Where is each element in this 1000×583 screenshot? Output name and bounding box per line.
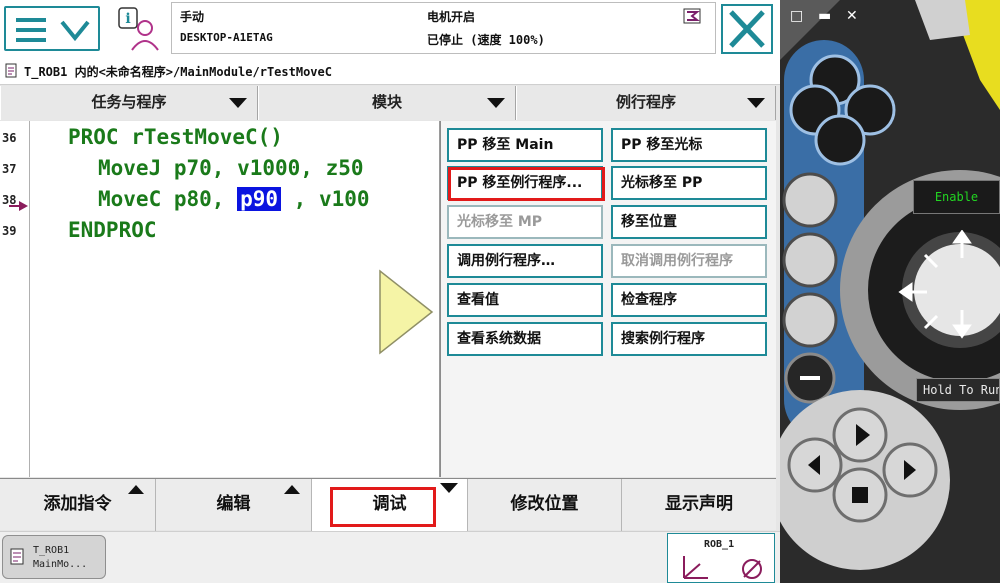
play-arrow-icon xyxy=(378,269,434,355)
restore-icon[interactable]: □ xyxy=(790,8,803,24)
tab-tasks-and-programs[interactable]: 任务与程序 xyxy=(0,86,258,120)
close-icon xyxy=(729,10,765,48)
bottom-command-bar: 添加指令 编辑 调试 修改位置 显示声明 xyxy=(0,478,776,531)
chevron-up-icon xyxy=(128,485,144,494)
taskbar xyxy=(0,531,780,583)
robot-name: ROB_1 xyxy=(704,539,735,550)
debug-menu-panel: PP 移至 Main PP 移至光标 PP 移至例行程序... 光标移至 PP … xyxy=(440,121,776,477)
program-editor-icon xyxy=(4,63,20,79)
search-routine-button[interactable]: 搜索例行程序 xyxy=(611,322,767,356)
code-text: MoveC p80, xyxy=(98,187,238,211)
joystick-direction-arrows-icon xyxy=(898,230,972,339)
close-icon[interactable]: ✕ xyxy=(846,8,858,24)
main-menu-button[interactable] xyxy=(4,6,100,51)
check-program-button[interactable]: 检查程序 xyxy=(611,283,767,317)
view-value-button[interactable]: 查看值 xyxy=(447,283,603,317)
selected-argument[interactable]: p90 xyxy=(237,187,282,211)
call-routine-button[interactable]: 调用例行程序… xyxy=(447,244,603,278)
motor-state: 电机开启 xyxy=(427,10,476,24)
program-pointer-arrow-icon xyxy=(9,197,29,211)
code-editor[interactable]: 36 37 38 39 PROC rTestMoveC() MoveJ p70,… xyxy=(0,121,440,477)
tab-label: 模块 xyxy=(371,93,402,111)
program-path: T_ROB1 内的<未命名程序>/MainModule/rTestMoveC xyxy=(24,65,332,79)
svg-text:i: i xyxy=(125,11,130,27)
program-state: 已停止 (速度 100%) xyxy=(427,33,545,47)
program-editor-icon xyxy=(10,548,24,565)
line-number-gutter: 36 37 38 39 xyxy=(0,121,30,477)
flexpendant-screen: i 手动 DESKTOP-A1ETAG 电机开启 已停止 (速度 100%) T… xyxy=(0,0,780,583)
button-label: 显示声明 xyxy=(665,494,733,514)
code-text: , v100 xyxy=(281,187,370,211)
cursor-to-mp-button[interactable]: 光标移至 MP xyxy=(447,205,603,239)
enable-indicator[interactable]: Enable xyxy=(913,180,1000,214)
chevron-down-icon xyxy=(747,98,765,108)
quickset-icon[interactable] xyxy=(683,8,701,24)
hold-to-run-button[interactable]: Hold To Run xyxy=(916,378,1000,402)
taskbar-program-editor-tab[interactable]: T_ROB1 MainMo... xyxy=(2,535,106,579)
line-number: 39 xyxy=(2,224,17,238)
coordinate-frame-icon xyxy=(683,556,708,579)
button-label: 修改位置 xyxy=(510,494,579,514)
highlight-box xyxy=(330,487,436,527)
tab-modules[interactable]: 模块 xyxy=(258,86,516,120)
tab-label: 任务与程序 xyxy=(91,93,167,111)
highlight-box xyxy=(448,167,605,201)
close-button[interactable] xyxy=(721,4,773,54)
pp-to-cursor-button[interactable]: PP 移至光标 xyxy=(611,128,767,162)
add-instruction-button[interactable]: 添加指令 xyxy=(0,479,156,531)
edit-button[interactable]: 编辑 xyxy=(156,479,312,531)
increment-icon xyxy=(742,559,762,579)
cancel-call-routine-button[interactable]: 取消调用例行程序 xyxy=(611,244,767,278)
show-declarations-button[interactable]: 显示声明 xyxy=(622,479,776,531)
cursor-to-pp-button[interactable]: 光标移至 PP xyxy=(611,166,767,200)
module-name: MainMo... xyxy=(33,559,88,570)
editor-tab-row: 任务与程序 模块 例行程序 xyxy=(0,86,776,120)
quickset-robot-button[interactable]: ROB_1 xyxy=(667,533,775,583)
code-line-37[interactable]: MoveJ p70, v1000, z50 xyxy=(98,156,364,180)
program-path-bar: T_ROB1 内的<未命名程序>/MainModule/rTestMoveC xyxy=(0,57,780,85)
chevron-down-icon xyxy=(487,98,505,108)
status-panel: 手动 DESKTOP-A1ETAG 电机开启 已停止 (速度 100%) xyxy=(171,2,716,54)
button-label: 编辑 xyxy=(216,494,251,514)
modify-position-button[interactable]: 修改位置 xyxy=(468,479,622,531)
chevron-up-icon xyxy=(284,485,300,494)
operating-mode: 手动 xyxy=(180,10,205,24)
system-name: DESKTOP-A1ETAG xyxy=(180,31,273,44)
line-number: 37 xyxy=(2,162,17,176)
chevron-down-icon xyxy=(229,98,247,108)
code-line-38[interactable]: MoveC p80, p90 , v100 xyxy=(98,187,370,211)
code-line-39[interactable]: ENDPROC xyxy=(68,218,157,242)
pp-to-main-button[interactable]: PP 移至 Main xyxy=(447,128,603,162)
button-label: 添加指令 xyxy=(43,494,112,514)
goto-position-button[interactable]: 移至位置 xyxy=(611,205,767,239)
tab-label: 例行程序 xyxy=(615,93,676,111)
chevron-down-icon xyxy=(440,483,458,493)
code-line-36[interactable]: PROC rTestMoveC() xyxy=(68,125,283,149)
event-log-info-icon[interactable]: i xyxy=(115,6,163,52)
tab-routines[interactable]: 例行程序 xyxy=(516,86,776,120)
hamburger-menu-icon xyxy=(16,18,90,42)
minimize-icon[interactable]: ▬ xyxy=(818,8,831,24)
line-number: 36 xyxy=(2,131,17,145)
top-bar: i 手动 DESKTOP-A1ETAG 电机开启 已停止 (速度 100%) xyxy=(0,0,780,57)
view-system-data-button[interactable]: 查看系统数据 xyxy=(447,322,603,356)
task-name: T_ROB1 xyxy=(33,545,70,556)
